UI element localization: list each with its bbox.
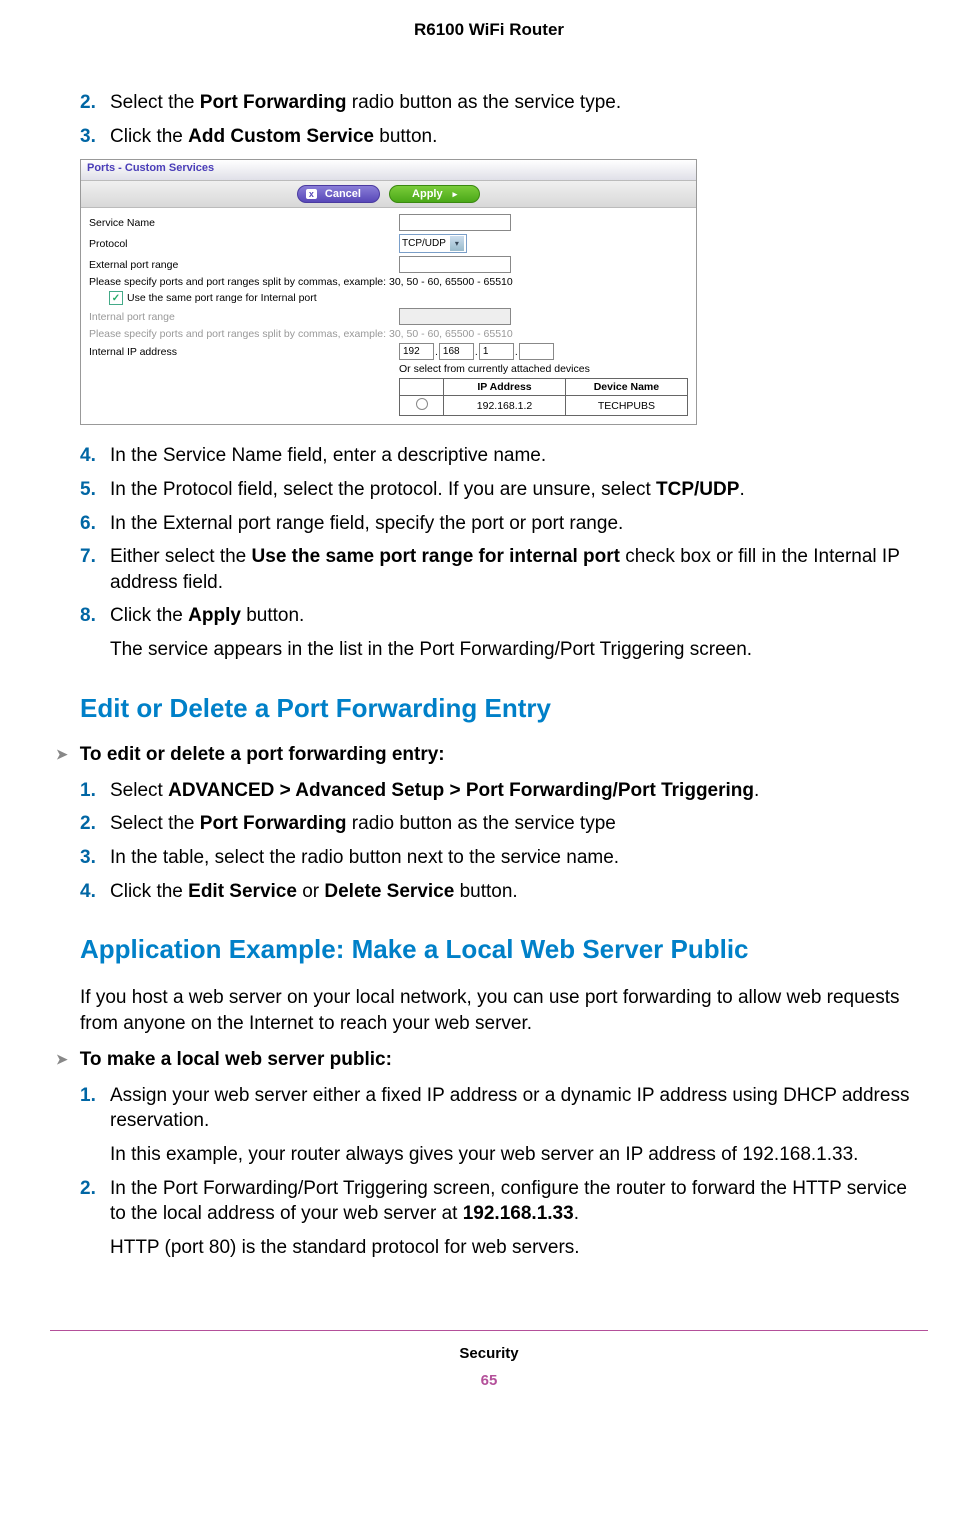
step-text: In the External port range field, specif… (110, 511, 928, 537)
step-num: 8. (80, 603, 110, 629)
page-header: R6100 WiFi Router (50, 20, 928, 40)
ss-title: Ports - Custom Services (81, 160, 696, 181)
port-note: Please specify ports and port ranges spl… (89, 276, 688, 288)
step-num: 5. (80, 477, 110, 503)
sub-heading: ➤To edit or delete a port forwarding ent… (56, 744, 928, 766)
th-ip: IP Address (444, 379, 566, 396)
close-icon: x (306, 189, 317, 199)
sub-heading: ➤To make a local web server public: (56, 1049, 928, 1071)
step-num: 4. (80, 879, 110, 905)
or-select-label: Or select from currently attached device… (399, 363, 688, 375)
section-heading-edit: Edit or Delete a Port Forwarding Entry (80, 693, 928, 724)
step-text: Select ADVANCED > Advanced Setup > Port … (110, 778, 928, 804)
step-text: Either select the Use the same port rang… (110, 544, 928, 595)
step-num: 4. (80, 443, 110, 469)
step-extra: HTTP (port 80) is the standard protocol … (110, 1235, 928, 1261)
paragraph: If you host a web server on your local n… (80, 985, 928, 1036)
step-num: 2. (80, 90, 110, 116)
device-table: IP AddressDevice Name 192.168.1.2TECHPUB… (399, 378, 688, 416)
port-note-grey: Please specify ports and port ranges spl… (89, 328, 688, 340)
step-text: In the Service Name field, enter a descr… (110, 443, 928, 469)
step-num: 3. (80, 845, 110, 871)
ip-octet-2[interactable]: 168 (439, 343, 474, 360)
embedded-screenshot: Ports - Custom Services xCancel Apply▸ S… (80, 159, 697, 425)
step-extra: The service appears in the list in the P… (110, 637, 928, 663)
step-text: Assign your web server either a fixed IP… (110, 1083, 928, 1134)
step-num: 2. (80, 1176, 110, 1227)
protocol-label: Protocol (89, 238, 399, 250)
step-list-b: 4.In the Service Name field, enter a des… (80, 443, 928, 662)
dropdown-icon: ▾ (450, 236, 464, 251)
page-footer: Security 65 (50, 1330, 928, 1389)
step-text: Click the Edit Service or Delete Service… (110, 879, 928, 905)
footer-page-number: 65 (50, 1372, 928, 1389)
section-heading-app-example: Application Example: Make a Local Web Se… (80, 934, 928, 965)
ip-octet-3[interactable]: 1 (479, 343, 514, 360)
arrow-icon: ➤ (56, 746, 68, 763)
step-text: Select the Port Forwarding radio button … (110, 90, 928, 116)
step-list-c: 1.Select ADVANCED > Advanced Setup > Por… (80, 778, 928, 905)
apply-button[interactable]: Apply▸ (389, 185, 480, 203)
ip-octet-1[interactable]: 192 (399, 343, 434, 360)
step-text: In the Protocol field, select the protoc… (110, 477, 928, 503)
cell-ip: 192.168.1.2 (444, 396, 566, 416)
ip-input-group: 192.168.1. (399, 343, 554, 360)
external-port-input[interactable] (399, 256, 511, 273)
checkbox-label: Use the same port range for Internal por… (127, 292, 317, 304)
step-num: 3. (80, 124, 110, 150)
arrow-icon: ➤ (56, 1051, 68, 1068)
device-radio[interactable] (416, 398, 428, 410)
footer-section: Security (50, 1345, 928, 1362)
th-device: Device Name (565, 379, 687, 396)
cell-device: TECHPUBS (565, 396, 687, 416)
step-extra: In this example, your router always give… (110, 1142, 928, 1168)
step-num: 2. (80, 811, 110, 837)
step-text: Click the Apply button. (110, 603, 928, 629)
ip-octet-4[interactable] (519, 343, 554, 360)
step-text: Click the Add Custom Service button. (110, 124, 928, 150)
service-name-input[interactable] (399, 214, 511, 231)
protocol-select[interactable]: TCP/UDP▾ (399, 234, 467, 253)
step-num: 1. (80, 1083, 110, 1134)
internal-port-label: Internal port range (89, 311, 399, 323)
cancel-button[interactable]: xCancel (297, 185, 380, 203)
same-port-checkbox[interactable]: ✓ (109, 291, 123, 305)
step-num: 6. (80, 511, 110, 537)
step-list-d: 1.Assign your web server either a fixed … (80, 1083, 928, 1261)
step-text: In the table, select the radio button ne… (110, 845, 928, 871)
internal-port-input (399, 308, 511, 325)
external-port-label: External port range (89, 259, 399, 271)
table-row: 192.168.1.2TECHPUBS (400, 396, 688, 416)
step-text: In the Port Forwarding/Port Triggering s… (110, 1176, 928, 1227)
service-name-label: Service Name (89, 217, 399, 229)
step-num: 7. (80, 544, 110, 595)
internal-ip-label: Internal IP address (89, 346, 399, 358)
arrow-right-icon: ▸ (453, 189, 458, 199)
step-text: Select the Port Forwarding radio button … (110, 811, 928, 837)
step-num: 1. (80, 778, 110, 804)
step-list-a: 2.Select the Port Forwarding radio butto… (80, 90, 928, 149)
